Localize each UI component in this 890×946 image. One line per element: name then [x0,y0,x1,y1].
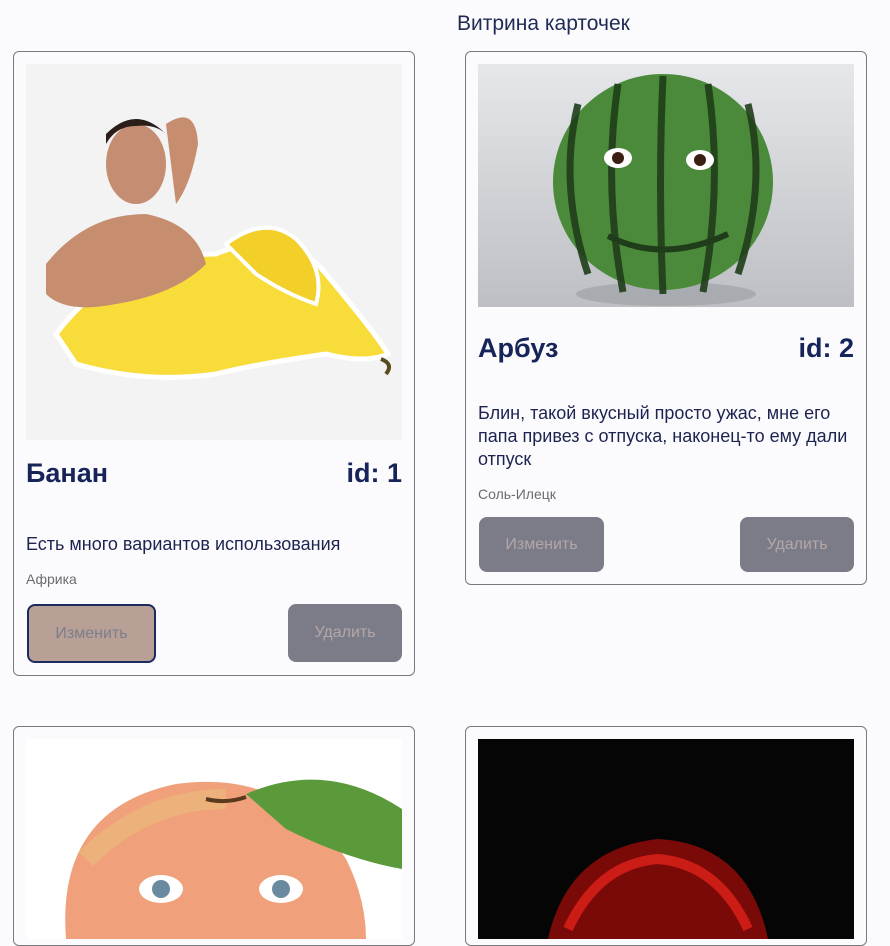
card-name: Арбуз [478,333,559,363]
card-image-banana [26,64,402,440]
card-image-peach [26,739,402,939]
card-watermelon: Арбуз id: 2 Блин, такой вкусный просто у… [465,51,867,585]
card-banana: Банан id: 1 Есть много вариантов использ… [13,51,415,676]
delete-button[interactable]: Удалить [740,517,854,572]
card-place: Африка [26,571,77,587]
card-peach [13,726,415,946]
card-id: id: 2 [798,333,854,363]
delete-button[interactable]: Удалить [288,604,402,662]
card-place: Соль-Илецк [478,486,556,502]
card-description: Блин, такой вкусный просто ужас, мне его… [478,403,848,469]
card-description: Есть много вариантов использования [26,534,341,554]
card-red [465,726,867,946]
card-image-red [478,739,854,939]
edit-button[interactable]: Изменить [479,517,604,572]
card-name: Банан [26,458,109,488]
page-title: Витрина карточек [457,12,630,35]
edit-button[interactable]: Изменить [27,604,156,663]
card-id: id: 1 [346,458,402,488]
card-image-watermelon [478,64,854,307]
